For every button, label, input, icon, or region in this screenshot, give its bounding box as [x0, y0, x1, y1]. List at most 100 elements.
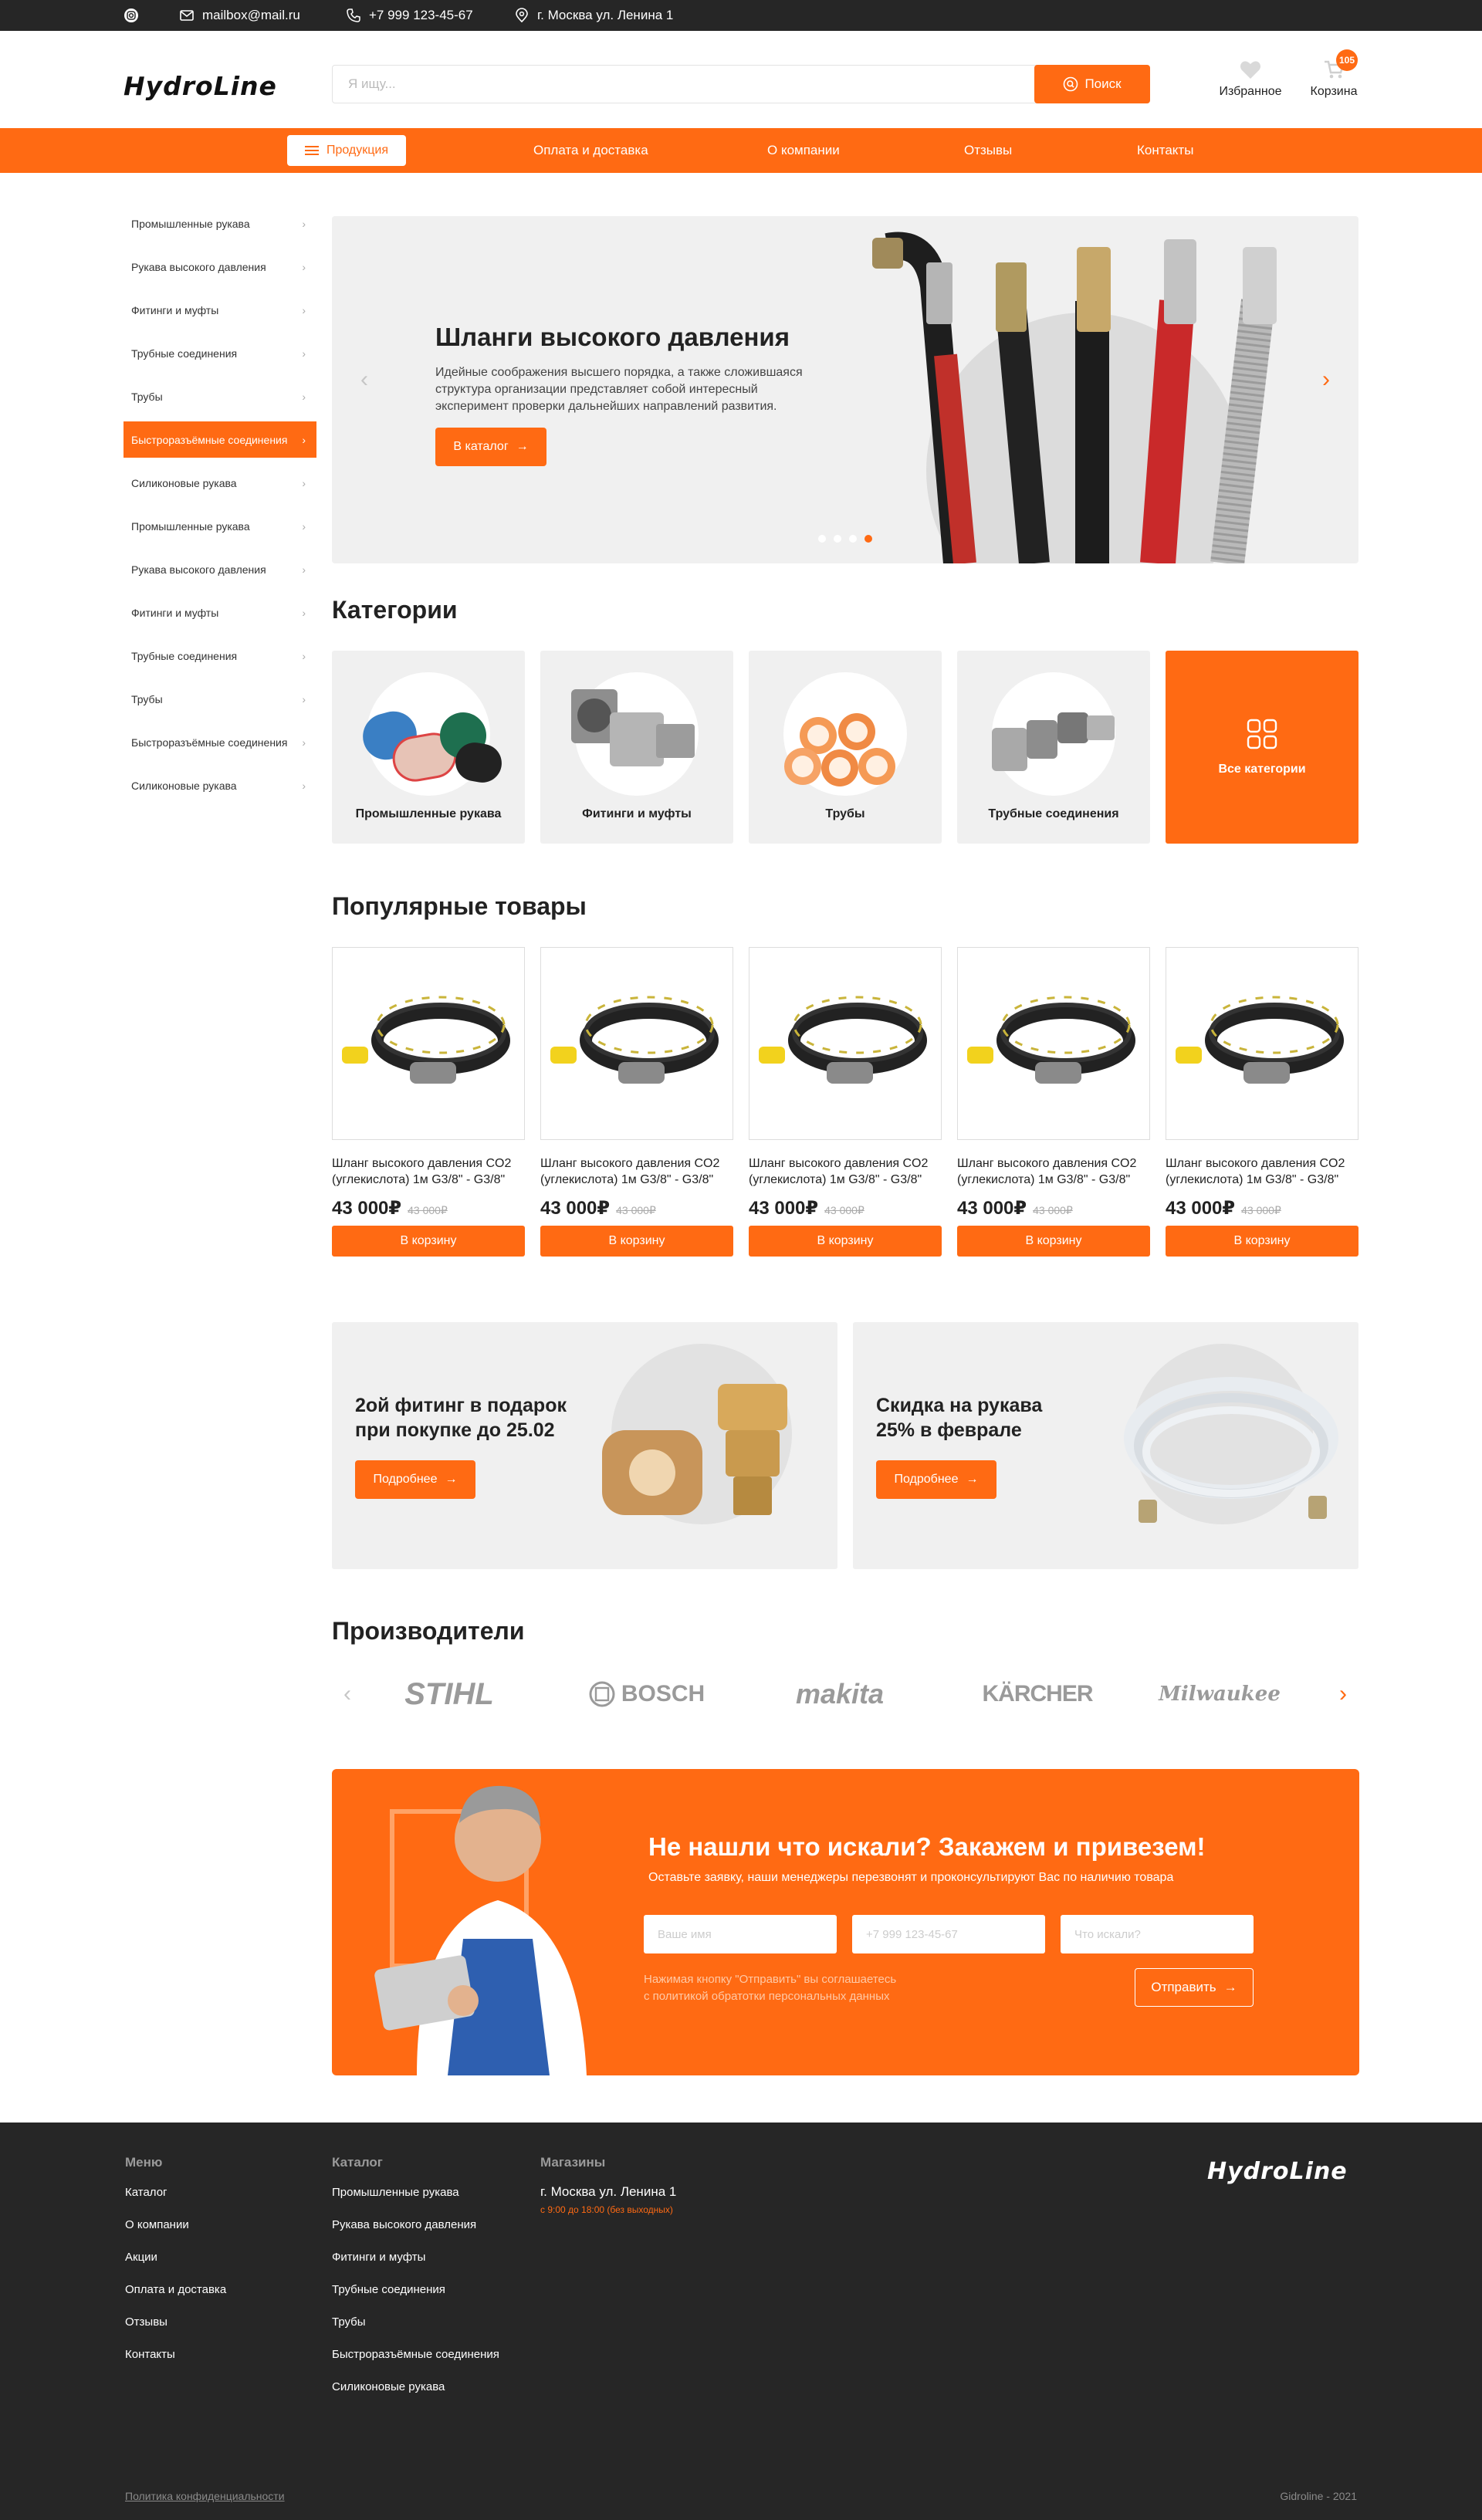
footer-link[interactable]: Акции	[125, 2251, 226, 2283]
footer-link[interactable]: Рукава высокого давления	[332, 2218, 499, 2251]
brand-logo-bosch[interactable]: BOSCH	[577, 1676, 716, 1713]
brands-carousel: ‹ STIHL BOSCH makita KÄRCHER Milwaukee ›	[332, 1663, 1358, 1725]
product-name[interactable]: Шланг высокого давления CO2 (углекислота…	[957, 1155, 1150, 1188]
nav-link-contacts[interactable]: Контакты	[1137, 128, 1193, 173]
promo-title-line: Скидка на рукава	[876, 1395, 1043, 1416]
all-categories-card[interactable]: Все категории	[1166, 651, 1358, 844]
favorites-link[interactable]: Избранное	[1212, 59, 1289, 99]
nav-link-about[interactable]: О компании	[767, 128, 840, 173]
product-image[interactable]	[332, 947, 525, 1140]
query-input[interactable]	[1061, 1915, 1254, 1953]
slider-dot[interactable]	[818, 535, 826, 543]
product-image[interactable]	[1166, 947, 1358, 1140]
sidebar-item[interactable]: Рукава высокого давления ›	[124, 249, 316, 285]
search-button[interactable]: Поиск	[1034, 65, 1150, 103]
add-to-cart-button[interactable]: В корзину	[1166, 1226, 1358, 1257]
mail-icon	[180, 10, 194, 21]
price-old: 43 000₽	[408, 1204, 448, 1216]
category-card[interactable]: Фитинги и муфты	[540, 651, 733, 844]
menu-icon	[304, 146, 319, 155]
nav-link-delivery[interactable]: Оплата и доставка	[533, 128, 648, 173]
category-card[interactable]: Трубные соединения	[957, 651, 1150, 844]
hero-catalog-button[interactable]: В каталог →	[435, 428, 546, 466]
search-button-label: Поиск	[1084, 76, 1122, 91]
promo-more-button[interactable]: Подробнее →	[355, 1460, 475, 1499]
brand-logo-makita[interactable]: makita	[770, 1676, 909, 1713]
promo-banner-hoses[interactable]: Скидка на рукава 25% в феврале Подробнее →	[853, 1322, 1358, 1569]
product-image[interactable]	[749, 947, 942, 1140]
brand-logo-stihl[interactable]: STIHL	[380, 1676, 519, 1713]
sidebar-item[interactable]: Трубы ›	[124, 681, 316, 717]
privacy-policy-link[interactable]: Политика конфиденциальности	[125, 2490, 285, 2502]
footer-link[interactable]: Контакты	[125, 2348, 226, 2380]
sidebar-item[interactable]: Силиконовые рукава ›	[124, 465, 316, 501]
submit-button[interactable]: Отправить →	[1135, 1968, 1254, 2007]
footer-link[interactable]: Трубные соединения	[332, 2283, 499, 2315]
product-name[interactable]: Шланг высокого давления CO2 (углекислота…	[540, 1155, 733, 1188]
top-bar: mailbox@mail.ru +7 999 123-45-67 г. Моск…	[0, 0, 1482, 31]
cart-count-badge: 105	[1336, 49, 1358, 71]
product-image[interactable]	[957, 947, 1150, 1140]
sidebar-item[interactable]: Рукава высокого давления ›	[124, 551, 316, 587]
phone-link[interactable]: +7 999 123-45-67	[346, 0, 473, 31]
sidebar-item[interactable]: Силиконовые рукава ›	[124, 767, 316, 803]
promo-banner-fitting[interactable]: 2ой фитинг в подарок при покупке до 25.02…	[332, 1322, 837, 1569]
footer-link[interactable]: Каталог	[125, 2186, 226, 2218]
email-link[interactable]: mailbox@mail.ru	[179, 0, 300, 31]
phone-input[interactable]	[852, 1915, 1045, 1953]
footer-link[interactable]: Силиконовые рукава	[332, 2380, 499, 2413]
sidebar-item[interactable]: Трубные соединения ›	[124, 638, 316, 674]
sidebar-item[interactable]: Промышленные рукава ›	[124, 205, 316, 242]
price-old: 43 000₽	[616, 1204, 656, 1216]
footer-link[interactable]: Оплата и доставка	[125, 2283, 226, 2315]
product-image[interactable]	[540, 947, 733, 1140]
name-input[interactable]	[644, 1915, 837, 1953]
brand-logo-milwaukee[interactable]: Milwaukee	[1150, 1676, 1289, 1713]
instagram-link[interactable]	[124, 0, 139, 31]
brands-next-button[interactable]: ›	[1328, 1679, 1358, 1710]
hero-text: Идейные соображения высшего порядка, а т…	[435, 366, 803, 413]
footer-link[interactable]: Фитинги и муфты	[332, 2251, 499, 2283]
brand-logo-karcher[interactable]: KÄRCHER	[968, 1676, 1107, 1713]
product-name[interactable]: Шланг высокого давления CO2 (углекислота…	[1166, 1155, 1358, 1188]
sidebar-item[interactable]: Фитинги и муфты ›	[124, 594, 316, 631]
slider-dot[interactable]	[834, 535, 841, 543]
add-to-cart-button[interactable]: В корзину	[540, 1226, 733, 1257]
nav-link-reviews[interactable]: Отзывы	[964, 128, 1012, 173]
sidebar-item[interactable]: Фитинги и муфты ›	[124, 292, 316, 328]
sidebar-item[interactable]: Промышленные рукава ›	[124, 508, 316, 544]
cart-link[interactable]: 105 Корзина	[1295, 49, 1372, 99]
sidebar-item-label: Трубы	[131, 390, 163, 403]
logo[interactable]: HydroLine	[124, 71, 277, 101]
product-name[interactable]: Шланг высокого давления CO2 (углекислота…	[749, 1155, 942, 1188]
sidebar-item[interactable]: Трубные соединения ›	[124, 335, 316, 371]
add-to-cart-button[interactable]: В корзину	[749, 1226, 942, 1257]
search-input[interactable]	[333, 66, 1034, 103]
product-name[interactable]: Шланг высокого давления CO2 (углекислота…	[332, 1155, 525, 1188]
footer-logo[interactable]: HydroLine	[1207, 2158, 1348, 2185]
footer-link[interactable]: Отзывы	[125, 2315, 226, 2348]
category-card[interactable]: Промышленные рукава	[332, 651, 525, 844]
sidebar-item[interactable]: Трубы ›	[124, 378, 316, 414]
pipe-connections-image	[992, 712, 1115, 771]
slider-prev-button[interactable]: ‹	[349, 364, 380, 395]
slider-dot[interactable]	[849, 535, 857, 543]
slider-dot-active[interactable]	[864, 535, 872, 543]
footer-link[interactable]: О компании	[125, 2218, 226, 2251]
products-menu-button[interactable]: Продукция	[287, 135, 406, 166]
popular-title: Популярные товары	[332, 892, 587, 920]
footer-link[interactable]: Трубы	[332, 2315, 499, 2348]
footer-link[interactable]: Промышленные рукава	[332, 2186, 499, 2218]
chevron-right-icon: ›	[302, 477, 306, 489]
add-to-cart-button[interactable]: В корзину	[957, 1226, 1150, 1257]
footer-link[interactable]: Быстроразъёмные соединения	[332, 2348, 499, 2380]
address-link[interactable]: г. Москва ул. Ленина 1	[514, 0, 673, 31]
privacy-notice-line[interactable]: с политикой обратотки персональных данны…	[644, 1990, 889, 2003]
sidebar-item[interactable]: Быстроразъёмные соединения ›	[124, 724, 316, 760]
sidebar-item-active[interactable]: Быстроразъёмные соединения ›	[124, 421, 316, 458]
slider-next-button[interactable]: ›	[1311, 364, 1342, 395]
promo-more-button[interactable]: Подробнее →	[876, 1460, 996, 1499]
add-to-cart-button[interactable]: В корзину	[332, 1226, 525, 1257]
brands-prev-button[interactable]: ‹	[332, 1679, 363, 1710]
category-card[interactable]: Трубы	[749, 651, 942, 844]
